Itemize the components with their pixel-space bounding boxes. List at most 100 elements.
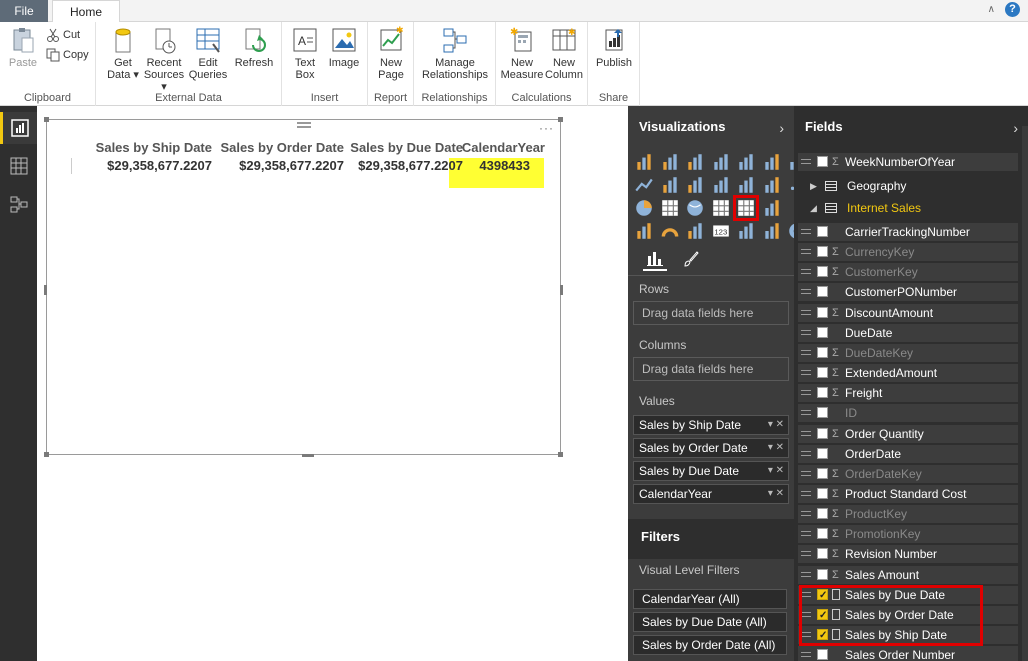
resize-handle-sw[interactable] xyxy=(44,452,49,457)
help-icon[interactable]: ? xyxy=(1005,2,1020,17)
kpi-icon[interactable] xyxy=(736,221,756,241)
field-checkbox[interactable] xyxy=(817,508,828,520)
multirow-card-icon[interactable] xyxy=(685,221,705,241)
resize-handle-se[interactable] xyxy=(558,452,563,457)
field-checkbox[interactable] xyxy=(817,407,828,419)
field-checkbox[interactable] xyxy=(817,326,828,338)
field-checkbox[interactable] xyxy=(817,286,828,298)
columns-dropzone[interactable]: Drag data fields here xyxy=(633,357,789,381)
paste-button[interactable]: Paste xyxy=(6,26,40,69)
card-icon[interactable]: 123 xyxy=(711,221,731,241)
resize-handle-e[interactable] xyxy=(560,285,563,295)
visual-more-options[interactable]: ··· xyxy=(539,121,554,135)
field-item[interactable]: CustomerPONumber xyxy=(798,283,1018,302)
field-item[interactable]: Σ DiscountAmount xyxy=(798,303,1018,322)
collapse-ribbon-icon[interactable]: ∧ xyxy=(988,4,995,15)
100-column-icon[interactable] xyxy=(762,152,782,172)
area-chart-icon[interactable] xyxy=(660,175,680,195)
filter-card[interactable]: Sales by Due Date (All) xyxy=(633,612,787,632)
gauge-icon[interactable] xyxy=(660,221,680,241)
values-well-item[interactable]: Sales by Order Date ▾ ✕ xyxy=(633,438,789,458)
100-bar-icon[interactable] xyxy=(736,152,756,172)
slicer-icon[interactable] xyxy=(762,221,782,241)
column-header[interactable]: Sales by Due Date xyxy=(343,140,463,155)
tab-home[interactable]: Home xyxy=(52,0,120,23)
field-item[interactable]: Σ PromotionKey xyxy=(798,525,1018,544)
field-item[interactable]: Sales Order Number xyxy=(798,646,1018,661)
relationships-view-button[interactable] xyxy=(0,188,37,220)
filled-map-icon[interactable] xyxy=(762,198,782,218)
remove-field-icon[interactable]: ▾ ✕ xyxy=(768,462,784,480)
text-box-button[interactable]: A Text Box xyxy=(288,26,322,81)
field-item[interactable]: Σ Product Standard Cost xyxy=(798,484,1018,503)
field-item[interactable]: Σ DueDateKey xyxy=(798,343,1018,362)
remove-field-icon[interactable]: ▾ ✕ xyxy=(768,439,784,457)
rows-dropzone[interactable]: Drag data fields here xyxy=(633,301,789,325)
column-header[interactable]: CalendarYear xyxy=(451,140,545,155)
field-item[interactable]: Σ Revision Number xyxy=(798,545,1018,564)
values-well-item[interactable]: Sales by Ship Date ▾ ✕ xyxy=(633,415,789,435)
field-checkbox[interactable] xyxy=(817,266,828,278)
field-item[interactable]: Σ ProductKey xyxy=(798,505,1018,524)
field-checkbox[interactable] xyxy=(817,427,828,439)
image-button[interactable]: Image xyxy=(326,26,362,69)
field-checkbox[interactable] xyxy=(817,226,828,237)
field-item[interactable]: Σ WeekNumberOfYear xyxy=(798,153,1018,171)
expand-icon[interactable]: ▶ xyxy=(810,176,817,196)
field-checkbox[interactable] xyxy=(817,467,828,479)
line-clustered-icon[interactable] xyxy=(736,175,756,195)
field-checkbox[interactable] xyxy=(817,487,828,499)
line-chart-icon[interactable] xyxy=(634,175,654,195)
field-checkbox[interactable] xyxy=(817,568,828,580)
pie-chart-icon[interactable] xyxy=(634,198,654,218)
column-header[interactable]: Sales by Order Date xyxy=(211,140,344,155)
map-icon[interactable] xyxy=(685,198,705,218)
clustered-column-icon[interactable] xyxy=(711,152,731,172)
new-measure-button[interactable]: ✱ New Measure xyxy=(500,26,544,81)
stacked-bar-icon[interactable] xyxy=(634,152,654,172)
field-checkbox[interactable] xyxy=(817,649,828,661)
format-tab[interactable] xyxy=(679,247,703,271)
filter-card[interactable]: Sales by Order Date (All) xyxy=(633,635,787,655)
recent-sources-button[interactable]: Recent Sources ▾ xyxy=(142,26,186,93)
field-checkbox[interactable] xyxy=(817,367,828,379)
table-geography[interactable]: ▶ Geography xyxy=(798,176,1018,196)
table-internet-sales[interactable]: ◢ Internet Sales xyxy=(798,198,1018,218)
data-view-button[interactable] xyxy=(0,150,37,182)
report-canvas[interactable]: ··· Sales by Ship Date Sales by Order Da… xyxy=(37,106,628,661)
resize-handle-s[interactable] xyxy=(302,454,314,457)
field-checkbox[interactable] xyxy=(817,528,828,540)
refresh-button[interactable]: Refresh xyxy=(232,26,276,69)
field-item[interactable]: Σ Sales Amount xyxy=(798,565,1018,584)
collapse-icon[interactable]: ◢ xyxy=(810,198,817,218)
field-item[interactable]: Σ CurrencyKey xyxy=(798,243,1018,262)
visual-drag-grip[interactable] xyxy=(297,122,311,128)
remove-field-icon[interactable]: ▾ ✕ xyxy=(768,485,784,503)
copy-button[interactable]: Copy xyxy=(46,48,89,62)
field-item[interactable]: Σ CustomerKey xyxy=(798,263,1018,282)
field-checkbox[interactable] xyxy=(817,306,828,318)
field-item[interactable]: Σ Order Quantity xyxy=(798,424,1018,443)
field-checkbox[interactable] xyxy=(817,548,828,560)
resize-handle-w[interactable] xyxy=(44,285,47,295)
stacked-area-icon[interactable] xyxy=(685,175,705,195)
cut-button[interactable]: Cut xyxy=(46,28,80,42)
stacked-column-icon[interactable] xyxy=(660,152,680,172)
new-page-button[interactable]: ✱ New Page xyxy=(373,26,409,81)
publish-button[interactable]: Publish xyxy=(592,26,636,69)
field-item[interactable]: Σ Freight xyxy=(798,384,1018,403)
edit-queries-button[interactable]: Edit Queries xyxy=(188,26,228,81)
fields-scrollbar[interactable] xyxy=(1022,126,1028,661)
resize-handle-nw[interactable] xyxy=(44,117,49,122)
clustered-bar-icon[interactable] xyxy=(685,152,705,172)
remove-field-icon[interactable]: ▾ ✕ xyxy=(768,416,784,434)
filter-card[interactable]: CalendarYear (All) xyxy=(633,589,787,609)
collapse-visualizations-icon[interactable]: › xyxy=(779,120,784,136)
field-item[interactable]: Σ OrderDateKey xyxy=(798,464,1018,483)
field-item[interactable]: OrderDate xyxy=(798,444,1018,463)
values-well-item[interactable]: CalendarYear ▾ ✕ xyxy=(633,484,789,504)
new-column-button[interactable]: ✱ New Column xyxy=(544,26,584,81)
line-column-icon[interactable] xyxy=(711,175,731,195)
field-item[interactable]: Σ ExtendedAmount xyxy=(798,364,1018,383)
tab-file[interactable]: File xyxy=(0,0,48,22)
